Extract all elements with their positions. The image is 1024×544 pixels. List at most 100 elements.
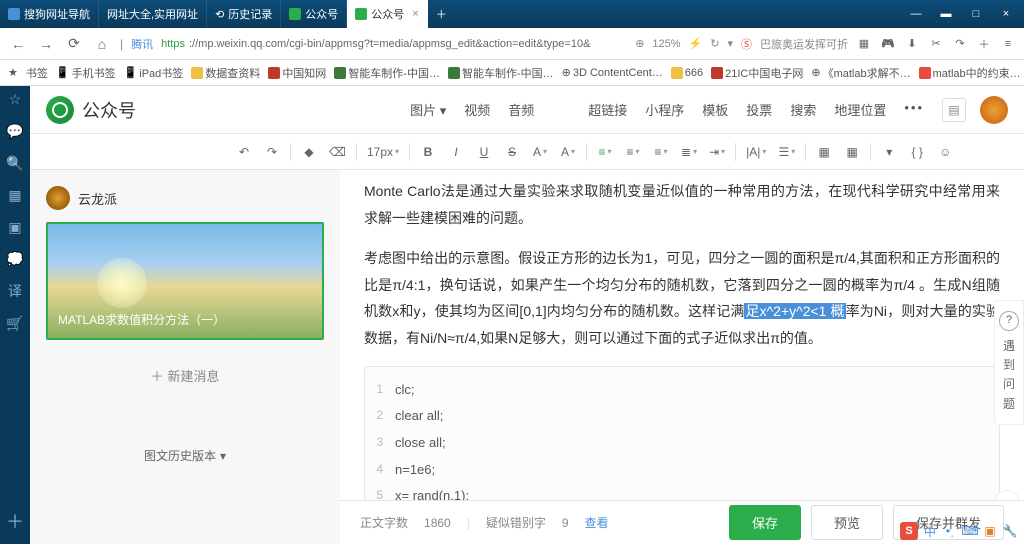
bm-1[interactable]: 📱手机书签 (56, 65, 116, 81)
fontsize-select[interactable]: 17px (363, 140, 403, 164)
menu-pic[interactable]: 图片 ▾ (410, 100, 446, 119)
tab-2[interactable]: ⟲历史记录 (207, 0, 281, 28)
tab-3[interactable]: 公众号 (281, 0, 347, 28)
bm-8[interactable]: 666 (671, 67, 703, 79)
bold-btn[interactable]: B (416, 140, 440, 164)
new-tab[interactable]: ＋ (428, 0, 455, 28)
new-message-btn[interactable]: ＋ 新建消息 (46, 352, 324, 399)
ime-skin-icon[interactable]: ▣ (982, 523, 998, 539)
menu-more[interactable]: ••• (904, 100, 924, 119)
back-btn[interactable]: ← (8, 34, 28, 54)
menu-video[interactable]: 视频 (464, 100, 490, 119)
fontcolor-btn[interactable]: A (528, 140, 552, 164)
align-right[interactable]: ≡ (649, 140, 673, 164)
check-link[interactable]: 查看 (585, 514, 609, 531)
undo-btn[interactable]: ↶ (232, 140, 256, 164)
url-field[interactable]: https://mp.weixin.qq.com/cgi-bin/appmsg?… (161, 38, 627, 50)
lb-msg[interactable]: 💭 (6, 250, 24, 268)
list-btn[interactable]: ☰ (774, 140, 799, 164)
menu-geo[interactable]: 地理位置 (834, 100, 886, 119)
redo-btn[interactable]: ↷ (260, 140, 284, 164)
menu-link[interactable]: 超链接 (588, 100, 627, 119)
clear-format[interactable]: ⌫ (325, 140, 350, 164)
bm-11[interactable]: matlab中的约束… (919, 65, 1021, 81)
menu-vote[interactable]: 投票 (746, 100, 772, 119)
menu-search[interactable]: 搜索 (790, 100, 816, 119)
emoji-btn[interactable]: ▦ (840, 140, 864, 164)
lb-add[interactable]: ＋ (6, 508, 24, 534)
lb-trans[interactable]: 译 (6, 282, 24, 300)
code-btn[interactable]: { } (905, 140, 929, 164)
close-icon[interactable]: × (412, 8, 418, 20)
menu-tpl[interactable]: 模板 (702, 100, 728, 119)
fwd-btn[interactable]: → (36, 34, 56, 54)
history-version-btn[interactable]: 图文历史版本 ▾ (144, 443, 226, 468)
collapse-btn[interactable]: — (902, 5, 930, 23)
menu-icon[interactable]: ≡ (1000, 36, 1016, 52)
align-left[interactable]: ≡ (593, 140, 617, 164)
feedback-panel[interactable]: ? 遇到问题 (994, 300, 1024, 425)
ime-cn-icon[interactable]: 中 (922, 523, 938, 539)
more-tool[interactable]: ▾ (877, 140, 901, 164)
lb-live[interactable]: ▣ (6, 218, 24, 236)
cover-card[interactable]: MATLAB求数值积分方法（一） (46, 222, 324, 340)
code-line: 3close all; (365, 430, 999, 457)
lb-search[interactable]: 🔍 (6, 154, 24, 172)
ext-icon[interactable]: ▦ (856, 36, 872, 52)
italic-btn[interactable]: I (444, 140, 468, 164)
ime-tool-icon[interactable]: 🔧 (1002, 523, 1018, 539)
bm-0[interactable]: 书签 (26, 65, 48, 81)
reload-btn[interactable]: ⟳ (64, 34, 84, 54)
help-btn[interactable]: ☺ (933, 140, 957, 164)
ime-sogou-icon[interactable]: S (900, 522, 918, 540)
tab-1[interactable]: 网址大全,实用网址 (99, 0, 207, 28)
flash-icon[interactable]: ⚡ (689, 37, 703, 50)
min-btn[interactable]: ▬ (932, 5, 960, 23)
strike-btn[interactable]: S (500, 140, 524, 164)
lb-grid[interactable]: ▦ (6, 186, 24, 204)
bm-7[interactable]: ⊕3D ContentCent… (562, 66, 663, 79)
max-btn[interactable]: □ (962, 5, 990, 23)
align-center[interactable]: ≡ (621, 140, 645, 164)
bm-9[interactable]: 21IC中国电子网 (711, 65, 803, 81)
author-row[interactable]: 云龙派 (46, 186, 324, 210)
cut-icon[interactable]: ✂ (928, 36, 944, 52)
menu-audio[interactable]: 音频 (508, 100, 534, 119)
format-painter[interactable]: ◆ (297, 140, 321, 164)
bm-6[interactable]: 智能车制作-中国… (448, 65, 554, 81)
tab-4-active[interactable]: 公众号× (347, 0, 427, 28)
indent-btn[interactable]: ⇥ (705, 140, 729, 164)
extra-btn[interactable]: ▤ (942, 98, 966, 122)
lb-cart[interactable]: 🛒 (6, 314, 24, 332)
bm-3[interactable]: 数据查资料 (191, 65, 260, 81)
preview-button[interactable]: 预览 (811, 505, 883, 540)
save-button[interactable]: 保存 (729, 505, 801, 540)
bm-4[interactable]: 中国知网 (268, 65, 326, 81)
lineheight-btn[interactable]: |A| (742, 140, 770, 164)
game-icon[interactable]: 🎮 (880, 36, 896, 52)
underline-btn[interactable]: U (472, 140, 496, 164)
align-justify[interactable]: ≣ (677, 140, 701, 164)
history-icon[interactable]: ↷ (952, 36, 968, 52)
home-btn[interactable]: ⌂ (92, 34, 112, 54)
bgcolor-btn[interactable]: A (556, 140, 580, 164)
download-icon[interactable]: ⬇ (904, 36, 920, 52)
ime-punct-icon[interactable]: •ˌ (942, 523, 958, 539)
zoom-icon[interactable]: ⊕ (635, 37, 644, 50)
menu-plus[interactable]: ＋ (976, 36, 992, 52)
ime-kb-icon[interactable]: ⌨ (962, 523, 978, 539)
bm-10[interactable]: ⊕《matlab求解不… (811, 65, 910, 81)
menu-miniapp[interactable]: 小程序 (645, 100, 684, 119)
star-icon[interactable]: ★ (8, 66, 18, 79)
bm-5[interactable]: 智能车制作-中国… (334, 65, 440, 81)
close-btn[interactable]: × (992, 5, 1020, 23)
user-avatar[interactable] (980, 96, 1008, 124)
tab-0[interactable]: 搜狗网址导航 (0, 0, 99, 28)
bm-2[interactable]: 📱iPad书签 (124, 65, 184, 81)
article-body[interactable]: Monte Carlo法是通过大量实验来求取随机变量近似值的一种常用的方法，在现… (340, 170, 1024, 544)
table-btn[interactable]: ▦ (812, 140, 836, 164)
lb-star[interactable]: ☆ (6, 90, 24, 108)
app-logo[interactable]: 公众号 (46, 96, 136, 124)
lb-chat[interactable]: 💬 (6, 122, 24, 140)
code-line: 2clear all; (365, 403, 999, 430)
